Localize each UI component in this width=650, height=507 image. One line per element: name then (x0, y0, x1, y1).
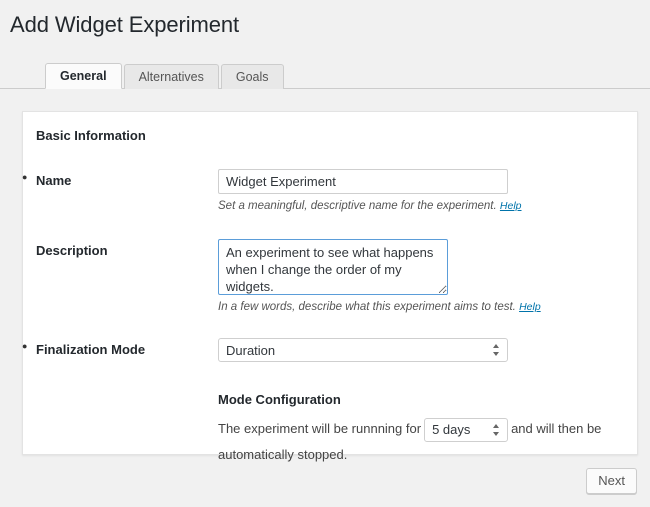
section-title: Basic Information (36, 128, 146, 143)
tab-general[interactable]: General (45, 63, 122, 89)
finalization-mode-select[interactable]: Duration (218, 338, 508, 362)
mode-configuration: Mode Configuration The experiment will b… (218, 392, 623, 467)
finalization-mode-select-wrap: Duration (218, 338, 508, 362)
form-row-name: Name Set a meaningful, descriptive name … (22, 169, 623, 213)
mode-config-text-before: The experiment will be runnning for (218, 421, 422, 436)
page-title: Add Widget Experiment (10, 12, 240, 37)
description-textarea[interactable]: An experiment to see what happens when I… (218, 239, 448, 295)
finalization-mode-label: Finalization Mode (22, 338, 218, 357)
duration-select[interactable]: 5 days (424, 417, 509, 442)
name-help-label: Set a meaningful, descriptive name for t… (218, 200, 497, 212)
description-label: Description (36, 243, 108, 258)
name-help-link[interactable]: Help (500, 200, 522, 212)
mode-configuration-text: The experiment will be runnning for 5 day… (218, 416, 608, 467)
description-help-link[interactable]: Help (519, 301, 541, 313)
name-label: Name (22, 169, 218, 188)
tab-strip: General Alternatives Goals (0, 63, 650, 89)
basic-information-panel: Basic Information Name Set a meaningful,… (22, 111, 638, 462)
tab-goals[interactable]: Goals (220, 64, 284, 89)
name-input[interactable] (218, 169, 508, 194)
description-help-label: In a few words, describe what this exper… (218, 301, 516, 313)
mode-configuration-title: Mode Configuration (218, 392, 341, 407)
tab-alternatives[interactable]: Alternatives (123, 64, 219, 89)
duration-select-wrap: 5 days (424, 417, 509, 442)
form-row-finalization-mode: Finalization Mode Duration (22, 338, 623, 362)
form-row-description: Description An experiment to see what ha… (36, 239, 623, 314)
next-button[interactable]: Next (586, 468, 637, 494)
description-help-text: In a few words, describe what this exper… (218, 300, 623, 314)
footer: Next (0, 468, 650, 494)
name-help-text: Set a meaningful, descriptive name for t… (218, 199, 623, 213)
